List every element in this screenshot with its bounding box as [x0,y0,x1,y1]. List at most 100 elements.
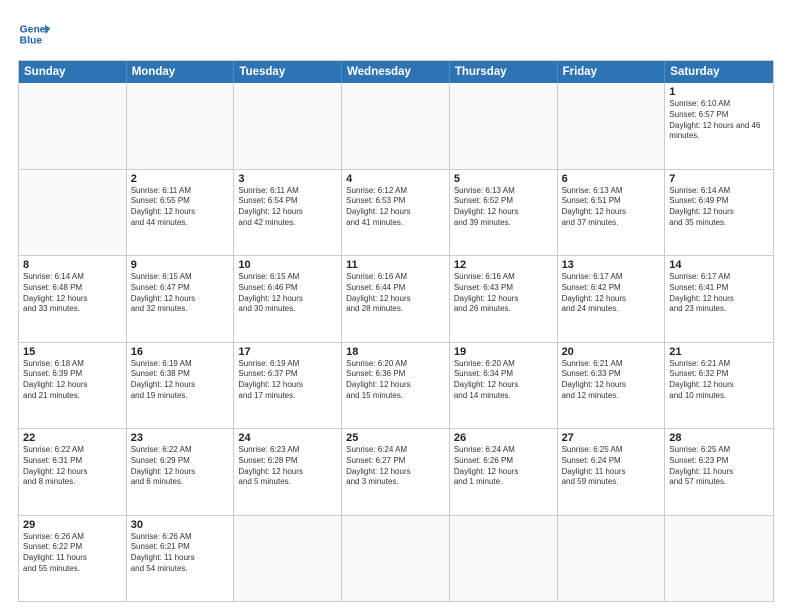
day-number: 24 [238,432,337,444]
calendar-cell-empty [127,83,235,169]
calendar-row: 29Sunrise: 6:26 AMSunset: 6:22 PMDayligh… [19,515,773,602]
day-number: 28 [669,432,769,444]
logo-icon: General Blue [18,18,50,50]
calendar-cell-empty [558,516,666,602]
day-number: 13 [562,259,661,271]
day-number: 8 [23,259,122,271]
calendar-cell-11: 11Sunrise: 6:16 AMSunset: 6:44 PMDayligh… [342,256,450,342]
cell-info: Sunrise: 6:19 AMSunset: 6:37 PMDaylight:… [238,359,337,402]
cell-info: Sunrise: 6:15 AMSunset: 6:46 PMDaylight:… [238,272,337,315]
day-number: 11 [346,259,445,271]
calendar-cell-1: 1Sunrise: 6:10 AMSunset: 6:57 PMDaylight… [665,83,773,169]
day-number: 27 [562,432,661,444]
cell-info: Sunrise: 6:25 AMSunset: 6:24 PMDaylight:… [562,445,661,488]
calendar: SundayMondayTuesdayWednesdayThursdayFrid… [18,60,774,602]
calendar-cell-16: 16Sunrise: 6:19 AMSunset: 6:38 PMDayligh… [127,343,235,429]
calendar-cell-4: 4Sunrise: 6:12 AMSunset: 6:53 PMDaylight… [342,170,450,256]
day-number: 9 [131,259,230,271]
day-number: 18 [346,346,445,358]
calendar-header: SundayMondayTuesdayWednesdayThursdayFrid… [19,61,773,83]
calendar-cell-20: 20Sunrise: 6:21 AMSunset: 6:33 PMDayligh… [558,343,666,429]
day-number: 22 [23,432,122,444]
cell-info: Sunrise: 6:17 AMSunset: 6:42 PMDaylight:… [562,272,661,315]
day-number: 6 [562,173,661,185]
day-number: 26 [454,432,553,444]
calendar-page: General Blue SundayMondayTuesdayWednesda… [0,0,792,612]
calendar-cell-29: 29Sunrise: 6:26 AMSunset: 6:22 PMDayligh… [19,516,127,602]
day-number: 4 [346,173,445,185]
day-number: 7 [669,173,769,185]
cell-info: Sunrise: 6:17 AMSunset: 6:41 PMDaylight:… [669,272,769,315]
calendar-cell-7: 7Sunrise: 6:14 AMSunset: 6:49 PMDaylight… [665,170,773,256]
cell-info: Sunrise: 6:25 AMSunset: 6:23 PMDaylight:… [669,445,769,488]
calendar-cell-2: 2Sunrise: 6:11 AMSunset: 6:55 PMDaylight… [127,170,235,256]
calendar-cell-27: 27Sunrise: 6:25 AMSunset: 6:24 PMDayligh… [558,429,666,515]
calendar-cell-empty [19,83,127,169]
cell-info: Sunrise: 6:11 AMSunset: 6:55 PMDaylight:… [131,186,230,229]
calendar-cell-empty [450,83,558,169]
calendar-cell-24: 24Sunrise: 6:23 AMSunset: 6:28 PMDayligh… [234,429,342,515]
calendar-cell-18: 18Sunrise: 6:20 AMSunset: 6:36 PMDayligh… [342,343,450,429]
day-header-saturday: Saturday [665,61,773,83]
cell-info: Sunrise: 6:20 AMSunset: 6:36 PMDaylight:… [346,359,445,402]
cell-info: Sunrise: 6:26 AMSunset: 6:22 PMDaylight:… [23,532,122,575]
calendar-cell-9: 9Sunrise: 6:15 AMSunset: 6:47 PMDaylight… [127,256,235,342]
day-number: 1 [669,86,769,98]
calendar-cell-25: 25Sunrise: 6:24 AMSunset: 6:27 PMDayligh… [342,429,450,515]
day-header-sunday: Sunday [19,61,127,83]
cell-info: Sunrise: 6:20 AMSunset: 6:34 PMDaylight:… [454,359,553,402]
day-number: 2 [131,173,230,185]
cell-info: Sunrise: 6:16 AMSunset: 6:43 PMDaylight:… [454,272,553,315]
day-number: 21 [669,346,769,358]
svg-text:Blue: Blue [20,36,43,47]
cell-info: Sunrise: 6:10 AMSunset: 6:57 PMDaylight:… [669,99,769,142]
day-number: 23 [131,432,230,444]
day-header-thursday: Thursday [450,61,558,83]
calendar-cell-5: 5Sunrise: 6:13 AMSunset: 6:52 PMDaylight… [450,170,558,256]
cell-info: Sunrise: 6:14 AMSunset: 6:48 PMDaylight:… [23,272,122,315]
calendar-cell-17: 17Sunrise: 6:19 AMSunset: 6:37 PMDayligh… [234,343,342,429]
cell-info: Sunrise: 6:24 AMSunset: 6:27 PMDaylight:… [346,445,445,488]
day-number: 12 [454,259,553,271]
calendar-cell-empty [342,83,450,169]
day-number: 19 [454,346,553,358]
calendar-row: 8Sunrise: 6:14 AMSunset: 6:48 PMDaylight… [19,255,773,342]
day-number: 17 [238,346,337,358]
day-number: 5 [454,173,553,185]
calendar-row: 15Sunrise: 6:18 AMSunset: 6:39 PMDayligh… [19,342,773,429]
cell-info: Sunrise: 6:23 AMSunset: 6:28 PMDaylight:… [238,445,337,488]
calendar-cell-30: 30Sunrise: 6:26 AMSunset: 6:21 PMDayligh… [127,516,235,602]
calendar-cell-26: 26Sunrise: 6:24 AMSunset: 6:26 PMDayligh… [450,429,558,515]
day-header-monday: Monday [127,61,235,83]
calendar-row: 1Sunrise: 6:10 AMSunset: 6:57 PMDaylight… [19,83,773,169]
cell-info: Sunrise: 6:15 AMSunset: 6:47 PMDaylight:… [131,272,230,315]
calendar-cell-8: 8Sunrise: 6:14 AMSunset: 6:48 PMDaylight… [19,256,127,342]
day-header-tuesday: Tuesday [234,61,342,83]
calendar-cell-22: 22Sunrise: 6:22 AMSunset: 6:31 PMDayligh… [19,429,127,515]
calendar-cell-3: 3Sunrise: 6:11 AMSunset: 6:54 PMDaylight… [234,170,342,256]
day-number: 14 [669,259,769,271]
calendar-cell-28: 28Sunrise: 6:25 AMSunset: 6:23 PMDayligh… [665,429,773,515]
calendar-cell-10: 10Sunrise: 6:15 AMSunset: 6:46 PMDayligh… [234,256,342,342]
day-number: 10 [238,259,337,271]
cell-info: Sunrise: 6:14 AMSunset: 6:49 PMDaylight:… [669,186,769,229]
calendar-cell-empty [342,516,450,602]
day-number: 20 [562,346,661,358]
day-number: 16 [131,346,230,358]
day-number: 3 [238,173,337,185]
day-header-friday: Friday [558,61,666,83]
calendar-cell-empty [450,516,558,602]
cell-info: Sunrise: 6:19 AMSunset: 6:38 PMDaylight:… [131,359,230,402]
cell-info: Sunrise: 6:13 AMSunset: 6:51 PMDaylight:… [562,186,661,229]
day-number: 30 [131,519,230,531]
calendar-cell-empty [234,83,342,169]
calendar-cell-23: 23Sunrise: 6:22 AMSunset: 6:29 PMDayligh… [127,429,235,515]
cell-info: Sunrise: 6:26 AMSunset: 6:21 PMDaylight:… [131,532,230,575]
cell-info: Sunrise: 6:22 AMSunset: 6:29 PMDaylight:… [131,445,230,488]
cell-info: Sunrise: 6:13 AMSunset: 6:52 PMDaylight:… [454,186,553,229]
calendar-cell-19: 19Sunrise: 6:20 AMSunset: 6:34 PMDayligh… [450,343,558,429]
cell-info: Sunrise: 6:11 AMSunset: 6:54 PMDaylight:… [238,186,337,229]
calendar-cell-empty [19,170,127,256]
calendar-row: 2Sunrise: 6:11 AMSunset: 6:55 PMDaylight… [19,169,773,256]
day-number: 29 [23,519,122,531]
